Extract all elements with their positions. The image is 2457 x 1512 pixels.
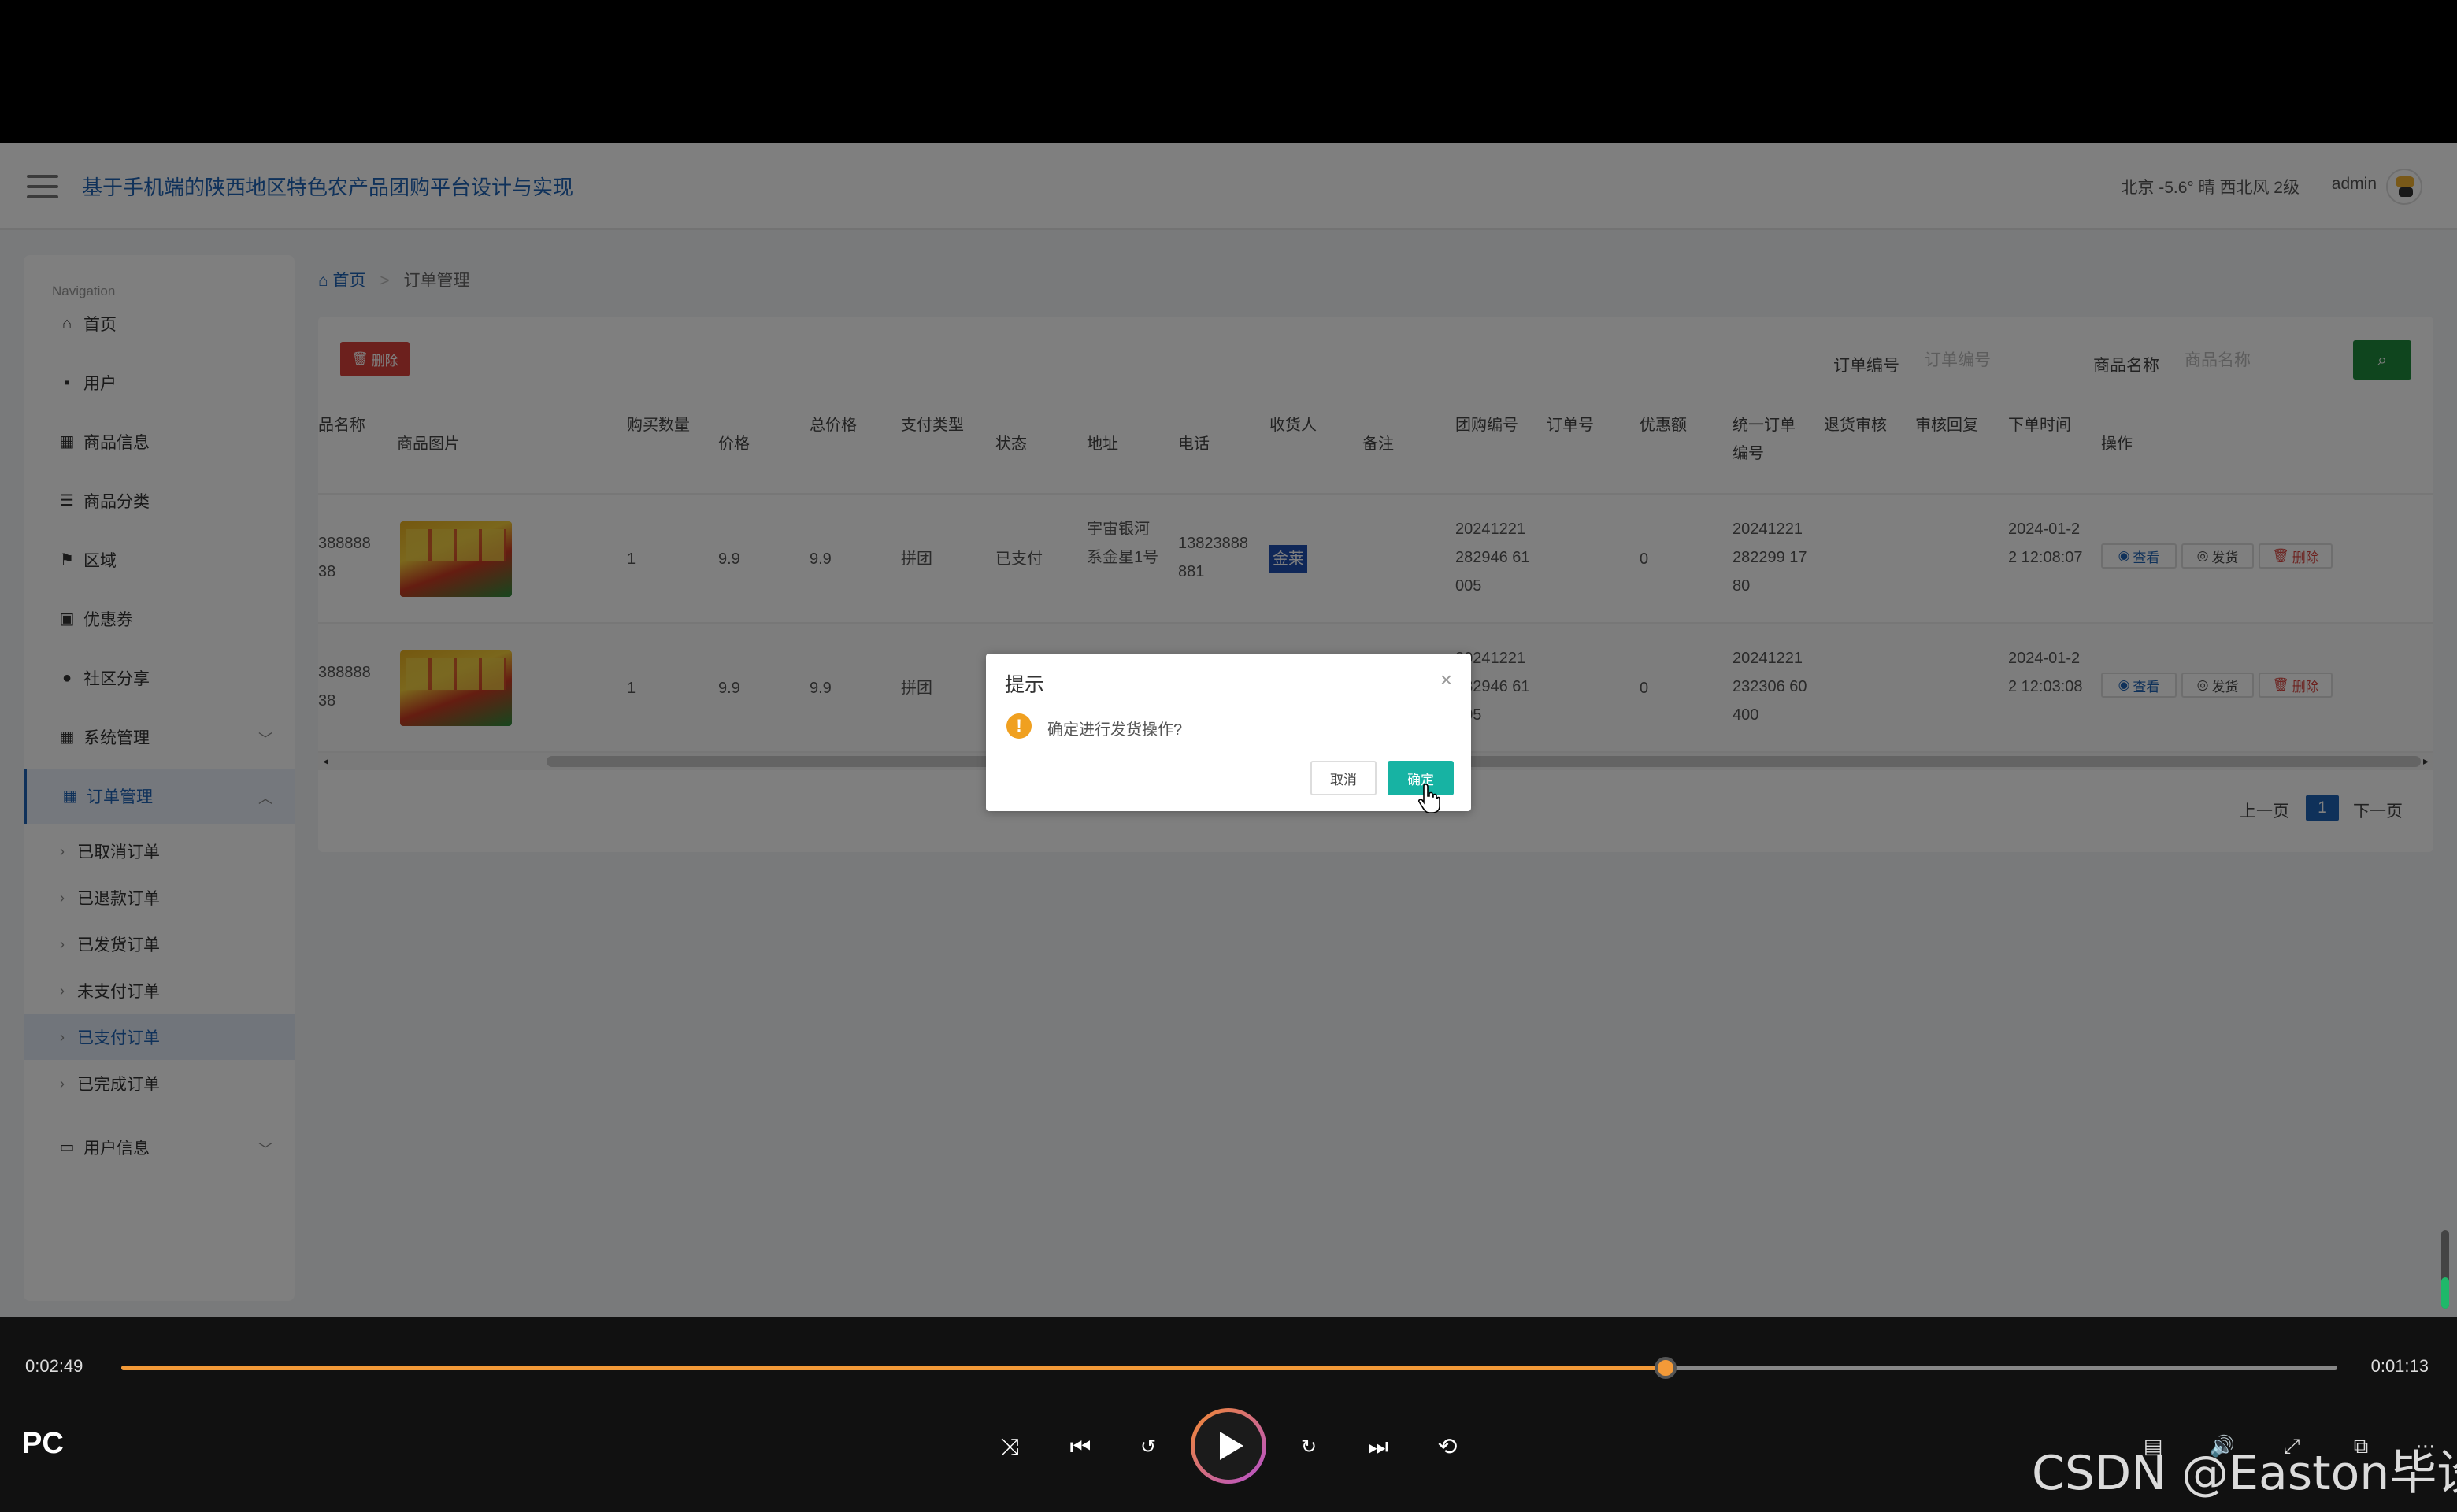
hand-cursor-icon [1418,784,1440,813]
play-button[interactable] [1191,1408,1266,1484]
screen: 基于手机端的陕西地区特色农产品团购平台设计与实现 北京 -5.6° 晴 西北风 … [0,0,2457,1512]
elapsed-time: 0:02:49 [25,1356,83,1376]
rewind-10-icon[interactable]: ↺ [1131,1430,1166,1465]
cancel-button[interactable]: 取消 [1310,761,1377,795]
dialog-message: 确定进行发货操作? [1047,721,1183,739]
warning-icon: ! [1006,713,1032,739]
repeat-off-icon[interactable]: ⟲ [1430,1430,1465,1465]
remaining-time: 0:01:13 [2370,1356,2429,1376]
player-controls: 0:02:49 0:01:13 PC ⤨ ⏮ ↺ ↻ ⏭ ⟲ ▤ 🔊 ⤢ ⧉ ⋯… [0,1317,2457,1512]
volume-level-indicator [2441,1230,2449,1309]
confirm-dialog: 提示 × ! 确定进行发货操作? 取消 确定 [986,654,1471,813]
shuffle-icon[interactable]: ⤨ [992,1430,1027,1465]
device-label: PC [22,1427,64,1460]
seek-thumb[interactable] [1655,1357,1677,1379]
watermark: CSDN @Easton毕设 [2032,1446,2457,1501]
next-track-icon[interactable]: ⏭ [1361,1430,1395,1465]
previous-track-icon[interactable]: ⏮ [1063,1430,1098,1465]
seek-bar-progress [121,1366,1666,1370]
forward-30-icon[interactable]: ↻ [1292,1430,1326,1465]
play-icon [1220,1432,1243,1460]
close-icon[interactable]: × [1440,668,1452,692]
dialog-title: 提示 [1005,674,1045,696]
seek-bar[interactable] [121,1357,2337,1379]
video-frame: 基于手机端的陕西地区特色农产品团购平台设计与实现 北京 -5.6° 晴 西北风 … [0,143,2457,1317]
